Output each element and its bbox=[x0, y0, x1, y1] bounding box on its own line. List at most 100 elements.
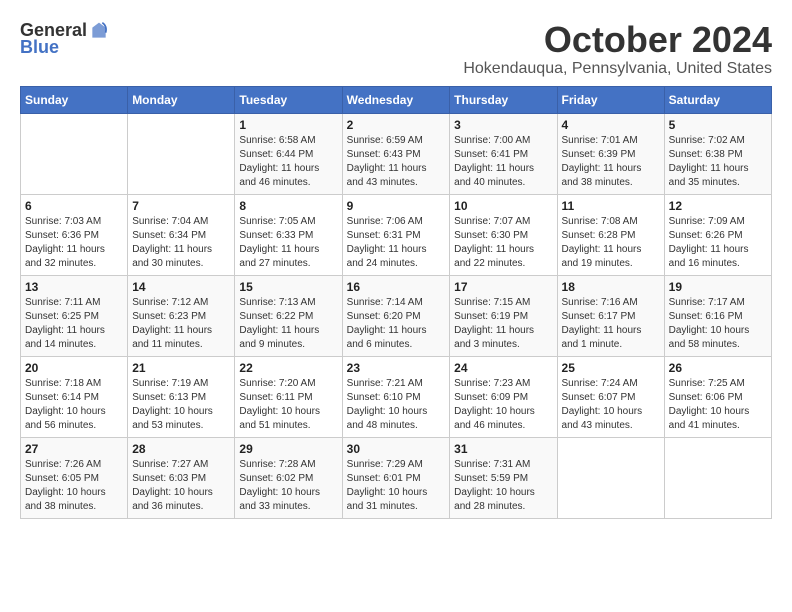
day-number: 4 bbox=[562, 118, 660, 132]
column-header-saturday: Saturday bbox=[664, 86, 771, 113]
month-title: October 2024 bbox=[463, 20, 772, 60]
column-header-sunday: Sunday bbox=[21, 86, 128, 113]
column-header-friday: Friday bbox=[557, 86, 664, 113]
calendar-cell: 23Sunrise: 7:21 AM Sunset: 6:10 PM Dayli… bbox=[342, 356, 450, 437]
day-number: 17 bbox=[454, 280, 552, 294]
calendar-cell: 8Sunrise: 7:05 AM Sunset: 6:33 PM Daylig… bbox=[235, 194, 342, 275]
day-content: Sunrise: 7:19 AM Sunset: 6:13 PM Dayligh… bbox=[132, 377, 230, 433]
day-content: Sunrise: 7:31 AM Sunset: 5:59 PM Dayligh… bbox=[454, 458, 552, 514]
day-content: Sunrise: 7:09 AM Sunset: 6:26 PM Dayligh… bbox=[669, 215, 767, 271]
day-number: 3 bbox=[454, 118, 552, 132]
day-content: Sunrise: 7:28 AM Sunset: 6:02 PM Dayligh… bbox=[239, 458, 337, 514]
day-content: Sunrise: 7:15 AM Sunset: 6:19 PM Dayligh… bbox=[454, 296, 552, 352]
day-content: Sunrise: 6:59 AM Sunset: 6:43 PM Dayligh… bbox=[347, 134, 446, 190]
calendar-cell: 27 Sunrise: 7:26 AM Sunset: 6:05 PM Dayli… bbox=[21, 437, 128, 518]
day-content: Sunrise: 6:58 AM Sunset: 6:44 PM Dayligh… bbox=[239, 134, 337, 190]
calendar-cell: 22 Sunrise: 7:20 AM Sunset: 6:11 PM Dayli… bbox=[235, 356, 342, 437]
day-number: 16 bbox=[347, 280, 446, 294]
calendar-cell: 18 Sunrise: 7:16 AM Sunset: 6:17 PM Dayli… bbox=[557, 275, 664, 356]
day-number: 15 bbox=[239, 280, 337, 294]
day-number: 22 bbox=[239, 361, 337, 375]
week-row-4: 20Sunrise: 7:18 AM Sunset: 6:14 PM Dayli… bbox=[21, 356, 772, 437]
logo-icon bbox=[89, 21, 109, 41]
day-number: 18 bbox=[562, 280, 660, 294]
calendar-cell: 7 Sunrise: 7:04 AM Sunset: 6:34 PM Daylig… bbox=[128, 194, 235, 275]
day-number: 7 bbox=[132, 199, 230, 213]
calendar-cell: 19 Sunrise: 7:17 AM Sunset: 6:16 PM Dayli… bbox=[664, 275, 771, 356]
day-content: Sunrise: 7:14 AM Sunset: 6:20 PM Dayligh… bbox=[347, 296, 446, 352]
day-number: 12 bbox=[669, 199, 767, 213]
calendar-cell: 15 Sunrise: 7:13 AM Sunset: 6:22 PM Dayli… bbox=[235, 275, 342, 356]
day-content: Sunrise: 7:17 AM Sunset: 6:16 PM Dayligh… bbox=[669, 296, 767, 352]
day-number: 27 bbox=[25, 442, 123, 456]
calendar-cell: 12 Sunrise: 7:09 AM Sunset: 6:26 PM Dayli… bbox=[664, 194, 771, 275]
calendar-header: SundayMondayTuesdayWednesdayThursdayFrid… bbox=[21, 86, 772, 113]
calendar-cell: 14 Sunrise: 7:12 AM Sunset: 6:23 PM Dayli… bbox=[128, 275, 235, 356]
day-number: 8 bbox=[239, 199, 337, 213]
day-number: 6 bbox=[25, 199, 123, 213]
day-number: 21 bbox=[132, 361, 230, 375]
day-content: Sunrise: 7:29 AM Sunset: 6:01 PM Dayligh… bbox=[347, 458, 446, 514]
day-content: Sunrise: 7:11 AM Sunset: 6:25 PM Dayligh… bbox=[25, 296, 123, 352]
column-header-tuesday: Tuesday bbox=[235, 86, 342, 113]
calendar-cell: 29 Sunrise: 7:28 AM Sunset: 6:02 PM Dayli… bbox=[235, 437, 342, 518]
calendar-cell bbox=[557, 437, 664, 518]
week-row-5: 27 Sunrise: 7:26 AM Sunset: 6:05 PM Dayli… bbox=[21, 437, 772, 518]
column-header-monday: Monday bbox=[128, 86, 235, 113]
calendar-table: SundayMondayTuesdayWednesdayThursdayFrid… bbox=[20, 86, 772, 519]
column-header-wednesday: Wednesday bbox=[342, 86, 450, 113]
calendar-cell: 10 Sunrise: 7:07 AM Sunset: 6:30 PM Dayli… bbox=[450, 194, 557, 275]
calendar-cell: 30 Sunrise: 7:29 AM Sunset: 6:01 PM Dayli… bbox=[342, 437, 450, 518]
day-number: 26 bbox=[669, 361, 767, 375]
calendar-cell bbox=[664, 437, 771, 518]
day-content: Sunrise: 7:25 AM Sunset: 6:06 PM Dayligh… bbox=[669, 377, 767, 433]
day-number: 24 bbox=[454, 361, 552, 375]
day-number: 2 bbox=[347, 118, 446, 132]
day-number: 9 bbox=[347, 199, 446, 213]
calendar-cell: 26 Sunrise: 7:25 AM Sunset: 6:06 PM Dayli… bbox=[664, 356, 771, 437]
day-content: Sunrise: 7:06 AM Sunset: 6:31 PM Dayligh… bbox=[347, 215, 446, 271]
calendar-cell: 3 Sunrise: 7:00 AM Sunset: 6:41 PM Daylig… bbox=[450, 113, 557, 194]
calendar-cell: 2 Sunrise: 6:59 AM Sunset: 6:43 PM Daylig… bbox=[342, 113, 450, 194]
day-number: 19 bbox=[669, 280, 767, 294]
calendar-cell: 21 Sunrise: 7:19 AM Sunset: 6:13 PM Dayli… bbox=[128, 356, 235, 437]
calendar-cell: 6Sunrise: 7:03 AM Sunset: 6:36 PM Daylig… bbox=[21, 194, 128, 275]
day-content: Sunrise: 7:24 AM Sunset: 6:07 PM Dayligh… bbox=[562, 377, 660, 433]
day-number: 30 bbox=[347, 442, 446, 456]
day-content: Sunrise: 7:07 AM Sunset: 6:30 PM Dayligh… bbox=[454, 215, 552, 271]
day-number: 5 bbox=[669, 118, 767, 132]
day-content: Sunrise: 7:18 AM Sunset: 6:14 PM Dayligh… bbox=[25, 377, 123, 433]
calendar-cell: 4 Sunrise: 7:01 AM Sunset: 6:39 PM Daylig… bbox=[557, 113, 664, 194]
day-content: Sunrise: 7:12 AM Sunset: 6:23 PM Dayligh… bbox=[132, 296, 230, 352]
calendar-cell: 11Sunrise: 7:08 AM Sunset: 6:28 PM Dayli… bbox=[557, 194, 664, 275]
day-content: Sunrise: 7:21 AM Sunset: 6:10 PM Dayligh… bbox=[347, 377, 446, 433]
day-content: Sunrise: 7:01 AM Sunset: 6:39 PM Dayligh… bbox=[562, 134, 660, 190]
calendar-body: 1Sunrise: 6:58 AM Sunset: 6:44 PM Daylig… bbox=[21, 113, 772, 518]
day-content: Sunrise: 7:27 AM Sunset: 6:03 PM Dayligh… bbox=[132, 458, 230, 514]
logo: General Blue bbox=[20, 20, 109, 58]
calendar-cell: 16 Sunrise: 7:14 AM Sunset: 6:20 PM Dayli… bbox=[342, 275, 450, 356]
day-content: Sunrise: 7:26 AM Sunset: 6:05 PM Dayligh… bbox=[25, 458, 123, 514]
title-area: October 2024 Hokendauqua, Pennsylvania, … bbox=[463, 20, 772, 78]
day-number: 25 bbox=[562, 361, 660, 375]
calendar-cell: 9 Sunrise: 7:06 AM Sunset: 6:31 PM Daylig… bbox=[342, 194, 450, 275]
calendar-cell: 28Sunrise: 7:27 AM Sunset: 6:03 PM Dayli… bbox=[128, 437, 235, 518]
day-number: 14 bbox=[132, 280, 230, 294]
location-title: Hokendauqua, Pennsylvania, United States bbox=[463, 60, 772, 78]
day-number: 31 bbox=[454, 442, 552, 456]
day-number: 29 bbox=[239, 442, 337, 456]
calendar-cell: 20Sunrise: 7:18 AM Sunset: 6:14 PM Dayli… bbox=[21, 356, 128, 437]
day-content: Sunrise: 7:08 AM Sunset: 6:28 PM Dayligh… bbox=[562, 215, 660, 271]
week-row-1: 1Sunrise: 6:58 AM Sunset: 6:44 PM Daylig… bbox=[21, 113, 772, 194]
day-content: Sunrise: 7:13 AM Sunset: 6:22 PM Dayligh… bbox=[239, 296, 337, 352]
day-content: Sunrise: 7:02 AM Sunset: 6:38 PM Dayligh… bbox=[669, 134, 767, 190]
day-content: Sunrise: 7:20 AM Sunset: 6:11 PM Dayligh… bbox=[239, 377, 337, 433]
calendar-cell: 24Sunrise: 7:23 AM Sunset: 6:09 PM Dayli… bbox=[450, 356, 557, 437]
logo-blue-text: Blue bbox=[20, 37, 59, 58]
day-content: Sunrise: 7:00 AM Sunset: 6:41 PM Dayligh… bbox=[454, 134, 552, 190]
day-content: Sunrise: 7:04 AM Sunset: 6:34 PM Dayligh… bbox=[132, 215, 230, 271]
header-row: SundayMondayTuesdayWednesdayThursdayFrid… bbox=[21, 86, 772, 113]
day-number: 10 bbox=[454, 199, 552, 213]
calendar-cell bbox=[21, 113, 128, 194]
day-content: Sunrise: 7:16 AM Sunset: 6:17 PM Dayligh… bbox=[562, 296, 660, 352]
